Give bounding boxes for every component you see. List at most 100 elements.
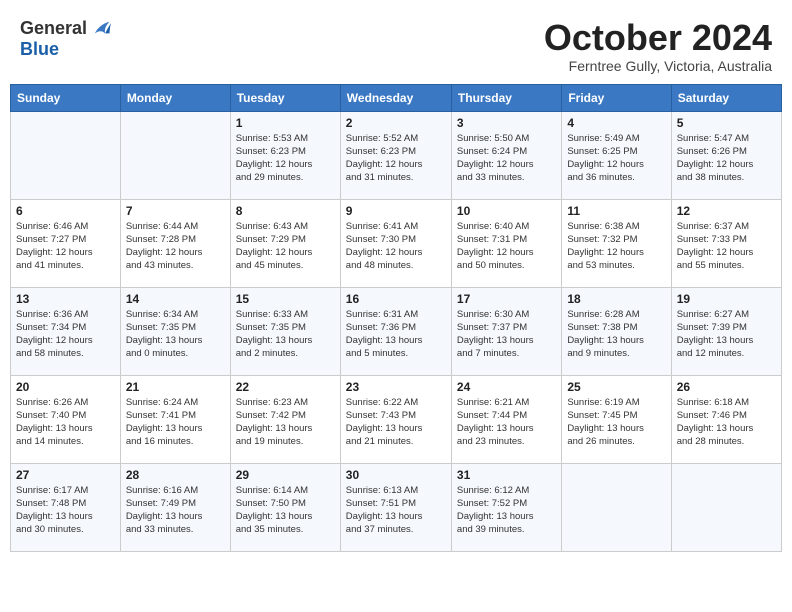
calendar-cell: 31Sunrise: 6:12 AM Sunset: 7:52 PM Dayli… <box>451 463 561 551</box>
day-info: Sunrise: 5:47 AM Sunset: 6:26 PM Dayligh… <box>677 132 776 185</box>
day-info: Sunrise: 6:31 AM Sunset: 7:36 PM Dayligh… <box>346 308 446 361</box>
day-number: 26 <box>677 380 776 394</box>
day-info: Sunrise: 6:21 AM Sunset: 7:44 PM Dayligh… <box>457 396 556 449</box>
day-number: 16 <box>346 292 446 306</box>
calendar-cell: 18Sunrise: 6:28 AM Sunset: 7:38 PM Dayli… <box>562 287 671 375</box>
day-header-wednesday: Wednesday <box>340 84 451 111</box>
day-info: Sunrise: 6:40 AM Sunset: 7:31 PM Dayligh… <box>457 220 556 273</box>
day-number: 24 <box>457 380 556 394</box>
day-number: 9 <box>346 204 446 218</box>
calendar-cell: 16 Sunrise: 6:31 AM Sunset: 7:36 PM Dayli… <box>340 287 451 375</box>
logo: General Blue <box>20 18 111 60</box>
calendar-week-row: 20 Sunrise: 6:26 AM Sunset: 7:40 PM Dayli… <box>11 375 782 463</box>
day-info: Sunrise: 6:13 AM Sunset: 7:51 PM Dayligh… <box>346 484 446 537</box>
calendar-cell: 1 Sunrise: 5:53 AM Sunset: 6:23 PM Daylig… <box>230 111 340 199</box>
calendar-table: SundayMondayTuesdayWednesdayThursdayFrid… <box>10 84 782 552</box>
day-info: Sunrise: 6:23 AM Sunset: 7:42 PM Dayligh… <box>236 396 335 449</box>
day-info: Sunrise: 6:24 AM Sunset: 7:41 PM Dayligh… <box>126 396 225 449</box>
calendar-cell <box>11 111 121 199</box>
day-info: Sunrise: 5:49 AM Sunset: 6:25 PM Dayligh… <box>567 132 665 185</box>
day-number: 28 <box>126 468 225 482</box>
day-info: Sunrise: 6:28 AM Sunset: 7:38 PM Dayligh… <box>567 308 665 361</box>
calendar-cell: 24 Sunrise: 6:21 AM Sunset: 7:44 PM Dayli… <box>451 375 561 463</box>
day-number: 1 <box>236 116 335 130</box>
calendar-cell: 7 Sunrise: 6:44 AM Sunset: 7:28 PM Daylig… <box>120 199 230 287</box>
location-text: Ferntree Gully, Victoria, Australia <box>544 58 772 74</box>
day-number: 5 <box>677 116 776 130</box>
day-info: Sunrise: 6:44 AM Sunset: 7:28 PM Dayligh… <box>126 220 225 273</box>
calendar-cell: 3Sunrise: 5:50 AM Sunset: 6:24 PM Daylig… <box>451 111 561 199</box>
day-info: Sunrise: 6:30 AM Sunset: 7:37 PM Dayligh… <box>457 308 556 361</box>
day-number: 20 <box>16 380 115 394</box>
day-info: Sunrise: 5:52 AM Sunset: 6:23 PM Dayligh… <box>346 132 446 185</box>
month-title: October 2024 <box>544 18 772 58</box>
title-block: October 2024 Ferntree Gully, Victoria, A… <box>544 18 772 74</box>
day-number: 11 <box>567 204 665 218</box>
day-number: 6 <box>16 204 115 218</box>
calendar-week-row: 27 Sunrise: 6:17 AM Sunset: 7:48 PM Dayli… <box>11 463 782 551</box>
day-info: Sunrise: 6:36 AM Sunset: 7:34 PM Dayligh… <box>16 308 115 361</box>
day-info: Sunrise: 5:53 AM Sunset: 6:23 PM Dayligh… <box>236 132 335 185</box>
calendar-cell: 20 Sunrise: 6:26 AM Sunset: 7:40 PM Dayli… <box>11 375 121 463</box>
day-info: Sunrise: 6:41 AM Sunset: 7:30 PM Dayligh… <box>346 220 446 273</box>
day-number: 17 <box>457 292 556 306</box>
calendar-cell: 27 Sunrise: 6:17 AM Sunset: 7:48 PM Dayli… <box>11 463 121 551</box>
day-info: Sunrise: 6:14 AM Sunset: 7:50 PM Dayligh… <box>236 484 335 537</box>
day-number: 22 <box>236 380 335 394</box>
calendar-header-row: SundayMondayTuesdayWednesdayThursdayFrid… <box>11 84 782 111</box>
day-number: 14 <box>126 292 225 306</box>
day-number: 19 <box>677 292 776 306</box>
day-info: Sunrise: 6:38 AM Sunset: 7:32 PM Dayligh… <box>567 220 665 273</box>
calendar-cell: 4 Sunrise: 5:49 AM Sunset: 6:25 PM Daylig… <box>562 111 671 199</box>
day-info: Sunrise: 6:27 AM Sunset: 7:39 PM Dayligh… <box>677 308 776 361</box>
day-number: 25 <box>567 380 665 394</box>
day-info: Sunrise: 6:17 AM Sunset: 7:48 PM Dayligh… <box>16 484 115 537</box>
calendar-cell: 26 Sunrise: 6:18 AM Sunset: 7:46 PM Dayli… <box>671 375 781 463</box>
day-number: 7 <box>126 204 225 218</box>
day-number: 30 <box>346 468 446 482</box>
day-number: 12 <box>677 204 776 218</box>
day-info: Sunrise: 6:26 AM Sunset: 7:40 PM Dayligh… <box>16 396 115 449</box>
calendar-week-row: 13 Sunrise: 6:36 AM Sunset: 7:34 PM Dayli… <box>11 287 782 375</box>
calendar-cell: 29 Sunrise: 6:14 AM Sunset: 7:50 PM Dayli… <box>230 463 340 551</box>
calendar-cell: 17 Sunrise: 6:30 AM Sunset: 7:37 PM Dayli… <box>451 287 561 375</box>
day-header-friday: Friday <box>562 84 671 111</box>
day-info: Sunrise: 6:16 AM Sunset: 7:49 PM Dayligh… <box>126 484 225 537</box>
page-header: General Blue October 2024 Ferntree Gully… <box>10 10 782 78</box>
day-number: 10 <box>457 204 556 218</box>
calendar-cell <box>562 463 671 551</box>
calendar-cell: 2 Sunrise: 5:52 AM Sunset: 6:23 PM Daylig… <box>340 111 451 199</box>
day-number: 27 <box>16 468 115 482</box>
calendar-cell: 28 Sunrise: 6:16 AM Sunset: 7:49 PM Dayli… <box>120 463 230 551</box>
day-info: Sunrise: 6:33 AM Sunset: 7:35 PM Dayligh… <box>236 308 335 361</box>
day-number: 2 <box>346 116 446 130</box>
day-info: Sunrise: 6:34 AM Sunset: 7:35 PM Dayligh… <box>126 308 225 361</box>
calendar-cell <box>671 463 781 551</box>
calendar-cell: 10 Sunrise: 6:40 AM Sunset: 7:31 PM Dayli… <box>451 199 561 287</box>
logo-blue-text: Blue <box>20 39 59 59</box>
day-number: 4 <box>567 116 665 130</box>
calendar-cell: 13 Sunrise: 6:36 AM Sunset: 7:34 PM Dayli… <box>11 287 121 375</box>
calendar-cell <box>120 111 230 199</box>
day-info: Sunrise: 6:18 AM Sunset: 7:46 PM Dayligh… <box>677 396 776 449</box>
day-number: 13 <box>16 292 115 306</box>
day-info: Sunrise: 6:46 AM Sunset: 7:27 PM Dayligh… <box>16 220 115 273</box>
calendar-cell: 15 Sunrise: 6:33 AM Sunset: 7:35 PM Dayli… <box>230 287 340 375</box>
day-number: 15 <box>236 292 335 306</box>
day-info: Sunrise: 6:19 AM Sunset: 7:45 PM Dayligh… <box>567 396 665 449</box>
calendar-cell: 14 Sunrise: 6:34 AM Sunset: 7:35 PM Dayli… <box>120 287 230 375</box>
day-number: 21 <box>126 380 225 394</box>
calendar-cell: 21 Sunrise: 6:24 AM Sunset: 7:41 PM Dayli… <box>120 375 230 463</box>
calendar-cell: 5 Sunrise: 5:47 AM Sunset: 6:26 PM Daylig… <box>671 111 781 199</box>
day-info: Sunrise: 6:43 AM Sunset: 7:29 PM Dayligh… <box>236 220 335 273</box>
calendar-cell: 30 Sunrise: 6:13 AM Sunset: 7:51 PM Dayli… <box>340 463 451 551</box>
day-number: 29 <box>236 468 335 482</box>
day-header-monday: Monday <box>120 84 230 111</box>
calendar-cell: 19 Sunrise: 6:27 AM Sunset: 7:39 PM Dayli… <box>671 287 781 375</box>
calendar-cell: 25 Sunrise: 6:19 AM Sunset: 7:45 PM Dayli… <box>562 375 671 463</box>
calendar-cell: 8Sunrise: 6:43 AM Sunset: 7:29 PM Daylig… <box>230 199 340 287</box>
day-header-sunday: Sunday <box>11 84 121 111</box>
day-header-saturday: Saturday <box>671 84 781 111</box>
day-number: 23 <box>346 380 446 394</box>
day-info: Sunrise: 6:12 AM Sunset: 7:52 PM Dayligh… <box>457 484 556 537</box>
